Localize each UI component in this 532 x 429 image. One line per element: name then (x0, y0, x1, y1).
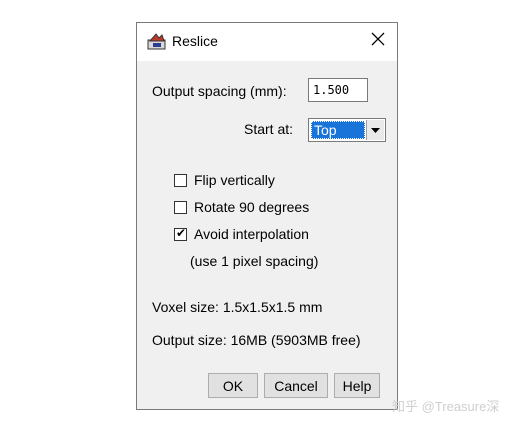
avoid-interpolation-label: Avoid interpolation (194, 226, 309, 242)
reslice-dialog: Reslice Output spacing (mm): Start at: T… (136, 22, 398, 410)
help-button[interactable]: Help (334, 373, 380, 398)
flip-vertically-label: Flip vertically (194, 172, 275, 188)
window-title: Reslice (172, 33, 218, 49)
avoid-interpolation-option[interactable]: ✔ Avoid interpolation (174, 225, 309, 243)
watermark: 知乎 @Treasure深 (392, 399, 500, 414)
chevron-down-icon (371, 121, 380, 139)
imagej-icon (147, 32, 167, 50)
start-at-selected-value: Top (311, 121, 365, 139)
rotate-90-label: Rotate 90 degrees (194, 199, 310, 215)
checkmark-icon: ✔ (176, 225, 187, 240)
output-spacing-label: Output spacing (mm): (152, 83, 287, 99)
interpolation-note: (use 1 pixel spacing) (190, 253, 319, 269)
output-spacing-input[interactable] (308, 78, 368, 102)
start-at-select[interactable]: Top (308, 118, 386, 142)
close-icon (371, 32, 385, 51)
dropdown-arrow-button[interactable] (366, 120, 384, 140)
voxel-size-text: Voxel size: 1.5x1.5x1.5 mm (152, 299, 323, 315)
close-button[interactable] (365, 29, 391, 53)
avoid-interpolation-checkbox[interactable]: ✔ (174, 225, 187, 241)
start-at-label: Start at: (244, 121, 294, 137)
output-size-text: Output size: 16MB (5903MB free) (152, 332, 361, 348)
ok-button[interactable]: OK (208, 373, 258, 398)
rotate-90-option[interactable]: Rotate 90 degrees (174, 198, 309, 216)
cancel-button[interactable]: Cancel (264, 373, 328, 398)
flip-vertically-checkbox[interactable] (174, 173, 187, 187)
rotate-90-checkbox[interactable] (174, 200, 187, 214)
flip-vertically-option[interactable]: Flip vertically (174, 171, 275, 189)
title-bar[interactable]: Reslice (137, 23, 397, 61)
